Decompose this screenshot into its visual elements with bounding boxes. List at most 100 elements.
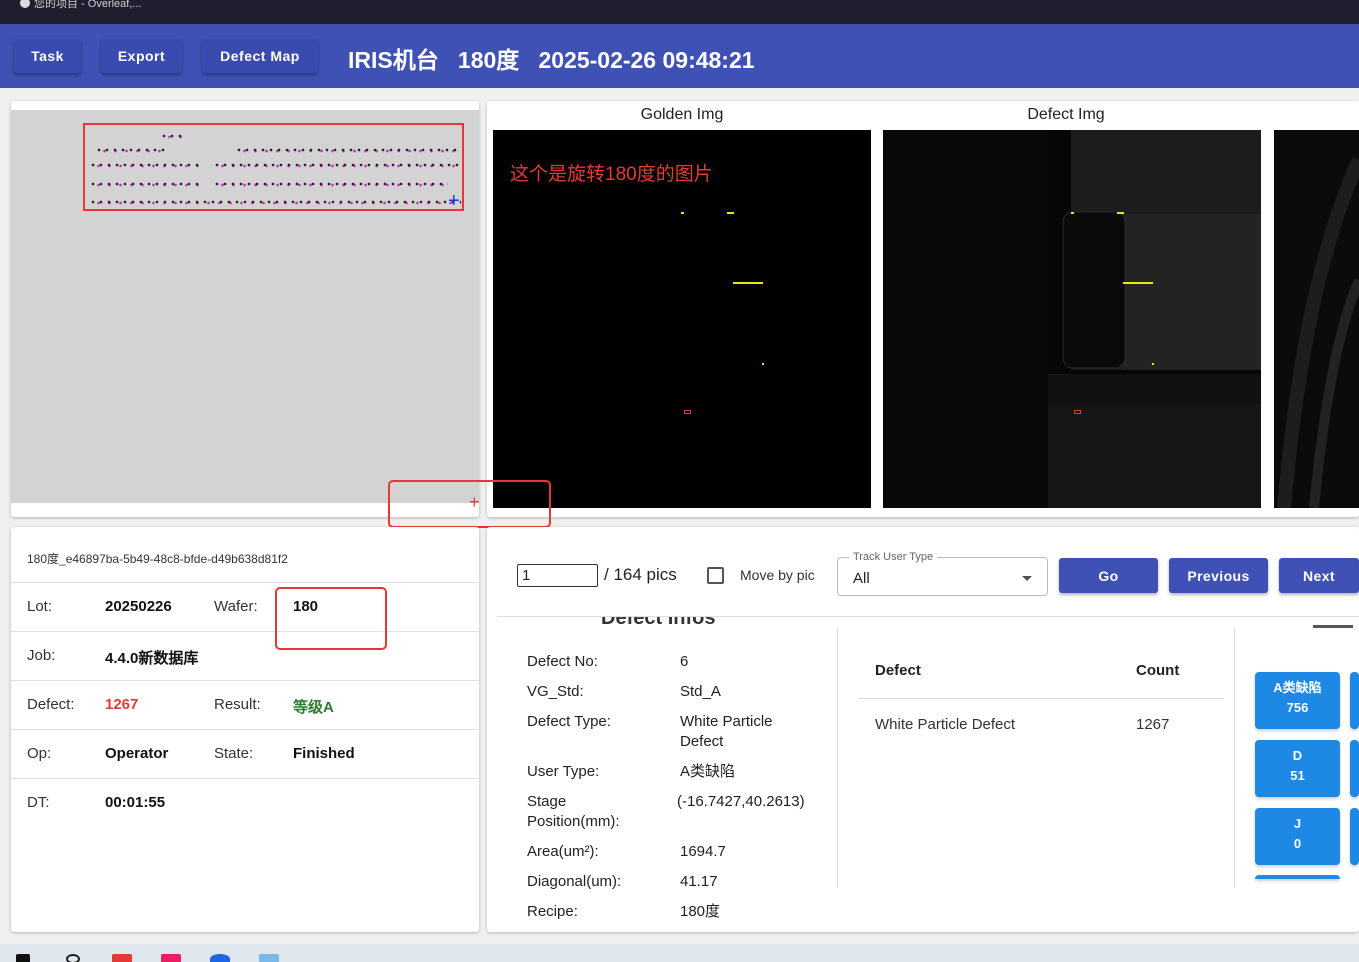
classify-tile-count: 51 [1290,768,1305,783]
page-total: / 164 pics [604,565,677,584]
classify-tile-count: 0 [1293,836,1302,851]
dt-value: 00:01:55 [105,794,166,811]
defect-infos-heading: Defect Infos [601,617,716,629]
previous-button[interactable]: Previous [1169,558,1268,593]
track-user-type-select[interactable]: Track User Type All [837,551,1048,596]
defect-edge-mark [733,282,763,284]
stage-position-value: (-16.7427,40.2613) [677,793,805,810]
chevron-down-icon [1022,576,1032,581]
track-user-type-value: All [853,570,870,587]
next-button[interactable]: Next [1279,558,1359,593]
defect-edge-mark [727,212,734,214]
task-button[interactable]: Task [14,39,81,73]
defect-dots [213,162,461,168]
lot-row: Lot: 20250226 Wafer: 180 [11,583,479,632]
defect-edge-mark [681,212,684,214]
recipe-value: 180度 [680,903,721,920]
defect-box [684,410,691,414]
lot-value: 20250226 [105,598,172,615]
classify-tile-partial[interactable] [1350,672,1359,729]
app-icon[interactable] [259,954,279,962]
classify-tile-name: J [1293,816,1302,831]
classify-heading-fragment [1313,625,1353,628]
table-cell-defect[interactable]: White Particle Defect [875,716,1015,733]
classify-tile-count: 756 [1286,700,1309,715]
table-cell-count: 1267 [1136,716,1170,733]
op-label: Op: [27,745,52,762]
app-icon[interactable] [161,954,181,962]
user-type-label: User Type: [527,763,600,780]
move-by-pic-checkbox[interactable] [707,567,724,584]
wafer-map-selection-box: + [83,123,464,211]
browser-tab-title: 您的项目 - Overleaf,... [34,0,142,10]
vg-std-label: VG_Std: [527,683,584,700]
classify-tile[interactable]: J 0 [1255,808,1340,865]
defect-edge-mark [1117,212,1124,214]
op-value: Operator [105,745,169,762]
defect-edge-mark [1123,282,1153,284]
table-header-count: Count [1136,662,1180,679]
defect-map-button[interactable]: Defect Map [202,39,318,73]
golden-image[interactable]: 这个是旋转180度的图片 [493,130,871,508]
lot-label: Lot: [27,598,53,615]
defect-dots [160,133,182,139]
diagonal-value: 41.17 [680,873,718,890]
overleaf-icon [20,0,30,8]
state-label: State: [214,745,254,762]
divider [858,698,1224,699]
current-defect-marker: + [448,190,460,212]
defect-img-label: Defect Img [1027,106,1105,123]
export-button[interactable]: Export [101,39,182,73]
wafer-map[interactable]: + [11,110,479,503]
go-button[interactable]: Go [1059,558,1158,593]
browser-icon[interactable] [210,954,230,962]
state-value: Finished [293,745,355,762]
divider [1234,628,1235,888]
defect-image[interactable] [883,130,1261,508]
third-image-texture [1277,157,1359,508]
defect-infos-heading-clip: Defect Infos [497,617,837,629]
defect-no-value: 6 [680,653,689,670]
defect-dots [89,199,461,205]
classify-tile-partial[interactable] [1350,808,1359,865]
defect-type-label: Defect Type: [527,713,611,730]
defect-dots [95,147,165,153]
defect-type-value: White Particle Defect [680,713,773,750]
defect-no-label: Defect No: [527,653,598,670]
diagonal-label: Diagonal(um): [527,873,622,890]
defect-count-label: Defect: [27,696,75,713]
search-icon[interactable] [66,954,80,962]
browser-tab[interactable]: 您的项目 - Overleaf,... [20,0,142,11]
result-label: Result: [214,696,261,713]
user-type-value: A类缺陷 [680,763,736,780]
windows-start-icon[interactable] [16,954,30,962]
page-title: IRIS机台 180度 2025-02-26 09:48:21 [348,47,755,73]
browser-title-bar: 您的项目 - Overleaf,... [0,0,1359,24]
classify-tile[interactable]: A类缺陷 756 [1255,672,1340,729]
defect-box [1074,410,1081,414]
defect-dots [235,147,460,153]
defect-count-value: 1267 [105,696,139,713]
defect-edge-mark [1071,212,1074,214]
recipe-label: Recipe: [527,903,578,920]
dt-label: DT: [27,794,50,811]
classify-tile-partial[interactable] [1350,740,1359,797]
defect-row: Defect: 1267 Result: 等级A [11,681,479,730]
file-id: 180度_e46897ba-5b49-48c8-bfde-d49b638d81f… [27,552,288,566]
classify-tile[interactable]: D 51 [1255,740,1340,797]
dt-row: DT: 00:01:55 [11,779,479,828]
classify-tile-partial[interactable] [1255,875,1340,879]
page-number-input[interactable]: 1 [517,564,598,587]
track-user-type-label: Track User Type [849,551,938,563]
defect-edge-mark [1152,363,1154,365]
annotation-outline [275,587,387,650]
defect-image-texture [883,130,1261,508]
area-value: 1694.7 [680,843,726,860]
os-taskbar [0,944,1359,962]
defect-dots [89,162,199,168]
job-label: Job: [27,647,56,664]
app-icon[interactable] [112,954,132,962]
third-image[interactable] [1274,130,1359,508]
move-by-pic-label: Move by pic [740,567,815,583]
app-header: Task Export Defect Map IRIS机台 180度 2025-… [0,24,1359,88]
